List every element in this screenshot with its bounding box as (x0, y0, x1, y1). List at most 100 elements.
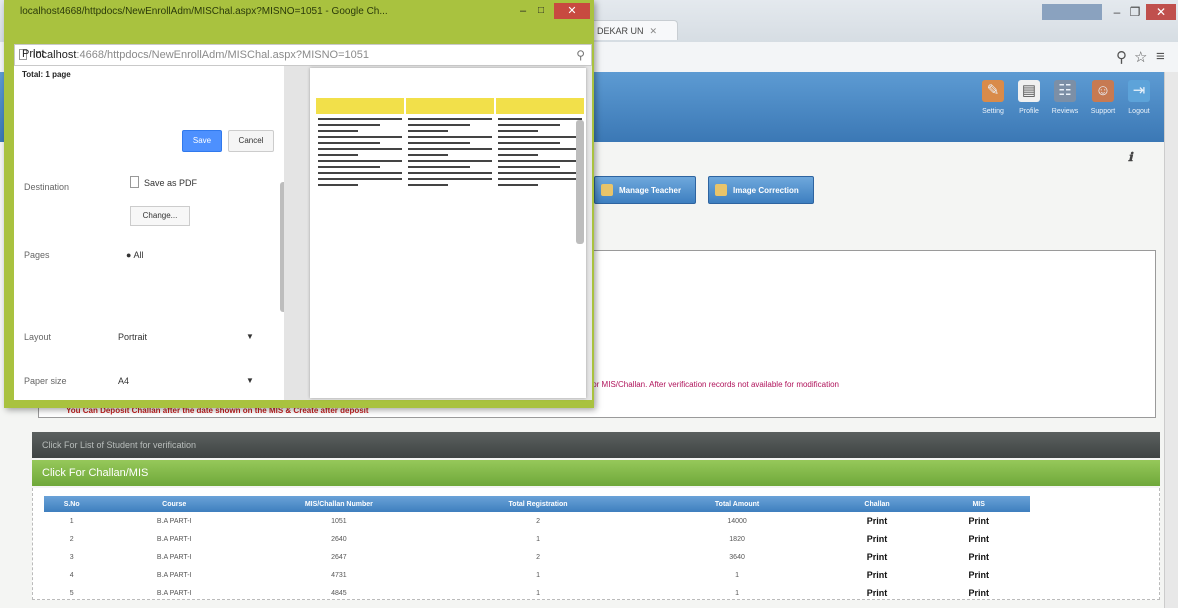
minimize-icon[interactable]: – (1110, 4, 1124, 20)
cell: 1051 (331, 517, 347, 525)
text-line (408, 172, 492, 174)
text-line (318, 136, 402, 138)
paper-size-label: Paper size (24, 376, 67, 386)
page-scrollbar[interactable] (1164, 72, 1178, 608)
print-mis-link[interactable]: Print (927, 584, 1030, 602)
print-challan-link[interactable]: Print (827, 584, 928, 602)
text-line (498, 148, 582, 150)
text-line (498, 118, 582, 120)
nav-reviews[interactable]: ☷ Reviews (1048, 80, 1082, 116)
cell: 2640 (331, 535, 347, 543)
chevron-down-icon[interactable]: ▼ (246, 332, 254, 341)
challan-header-band (406, 98, 494, 114)
paper-size-value: A4 (118, 376, 130, 386)
text-line (498, 166, 560, 168)
address-bar[interactable]: localhost:4668/httpdocs/NewEnrollAdm/MIS… (14, 44, 592, 66)
save-button[interactable]: Save (182, 130, 222, 152)
pdf-icon (130, 176, 139, 188)
nav-logout[interactable]: ⇥ Logout (1122, 80, 1156, 116)
nav-setting[interactable]: ✎ Setting (976, 80, 1010, 116)
text-line (318, 160, 402, 162)
maximize-icon[interactable]: ❐ (1128, 4, 1142, 20)
pages-value: All (133, 250, 144, 260)
close-icon[interactable]: ✕ (554, 3, 590, 19)
verification-bar[interactable]: Click For List of Student for verificati… (32, 432, 1160, 458)
nav-label: Reviews (1051, 108, 1079, 115)
info-text: for MIS/Challan. After verification reco… (590, 380, 840, 389)
nav-label: Setting (982, 108, 1004, 115)
text-line (318, 118, 402, 120)
print-mis-link[interactable]: Print (927, 548, 1030, 566)
cell: B.A PART-I (156, 571, 192, 579)
nav-label: Support (1090, 108, 1116, 115)
nav-support[interactable]: ☺ Support (1086, 80, 1120, 116)
text-line (408, 184, 448, 186)
text-line (498, 172, 582, 174)
cell: 1820 (729, 535, 745, 543)
print-challan-link[interactable]: Print (827, 566, 928, 584)
table-header-row: S.No Course MIS/Challan Number Total Reg… (44, 496, 1030, 512)
info-icon[interactable]: ℹ (1128, 150, 1133, 164)
print-mis-link[interactable]: Print (927, 512, 1030, 530)
text-line (498, 178, 582, 180)
text-line (498, 124, 560, 126)
manage-teacher-button[interactable]: Manage Teacher (594, 176, 696, 204)
column-header: S.No (44, 496, 100, 512)
column-header: MIS/Challan Number (249, 496, 429, 512)
text-line (408, 160, 492, 162)
logout-icon: ⇥ (1128, 80, 1150, 102)
cell: 4731 (331, 571, 347, 579)
cell: 5 (69, 589, 74, 597)
print-challan-link[interactable]: Print (827, 548, 928, 566)
challan-copy (316, 80, 404, 212)
nav-profile[interactable]: ▤ Profile (1012, 80, 1046, 116)
print-mis-link[interactable]: Print (927, 566, 1030, 584)
paper-size-select[interactable]: A4 (118, 376, 129, 386)
url-path: :4668/httpdocs/NewEnrollAdm/MISChal.aspx… (76, 49, 369, 61)
destination-value: Save as PDF (144, 178, 198, 188)
text-line (318, 142, 380, 144)
user-profile-button[interactable] (1042, 4, 1102, 20)
tab-close-icon[interactable]: ✕ (650, 26, 658, 36)
text-line (498, 154, 538, 156)
print-window-title: localhost4668/httpdocs/NewEnrollAdm/MISC… (20, 6, 388, 17)
zoom-icon[interactable]: ⚲ (1116, 48, 1127, 66)
table-row: 3 B.A PART-I 2647 2 3640 Print Print (44, 548, 1030, 566)
image-correction-label: Image Correction (733, 186, 799, 195)
print-challan-link[interactable]: Print (827, 512, 928, 530)
print-mis-link[interactable]: Print (927, 530, 1030, 548)
text-line (408, 142, 470, 144)
manage-teacher-label: Manage Teacher (619, 186, 682, 195)
text-line (318, 124, 380, 126)
image-correction-button[interactable]: Image Correction (708, 176, 814, 204)
challan-bar[interactable]: Click For Challan/MIS (32, 460, 1160, 486)
star-icon[interactable]: ☆ (1134, 48, 1147, 66)
minimize-icon[interactable]: – (516, 4, 530, 18)
search-icon[interactable]: ⚲ (576, 45, 585, 65)
chevron-down-icon[interactable]: ▼ (246, 376, 254, 385)
layout-select[interactable]: Portrait (118, 332, 147, 342)
maximize-icon[interactable]: □ (534, 4, 548, 18)
key-icon: ✎ (982, 80, 1004, 102)
cell: 2 (536, 553, 540, 561)
nav-label: Logout (1128, 108, 1150, 115)
cell: 1 (735, 589, 740, 597)
browser-tab[interactable]: DEKAR UN ✕ (588, 20, 678, 40)
pages-all-radio[interactable]: ● All (126, 250, 143, 260)
text-line (408, 124, 470, 126)
cell: 4845 (331, 589, 347, 597)
table-row: 4 B.A PART-I 4731 1 1 Print Print (44, 566, 1030, 584)
text-line (318, 154, 358, 156)
cell: 14000 (727, 517, 747, 525)
print-challan-link[interactable]: Print (827, 530, 928, 548)
text-line (408, 148, 492, 150)
cancel-button[interactable]: Cancel (228, 130, 274, 152)
text-line (318, 130, 358, 132)
cell: B.A PART-I (156, 553, 192, 561)
menu-icon[interactable]: ≡ (1156, 48, 1165, 65)
text-line (498, 136, 582, 138)
preview-scrollbar[interactable] (576, 120, 584, 244)
close-icon[interactable]: ✕ (1146, 4, 1176, 20)
table-row: 1 B.A PART-I 1051 2 14000 Print Print (44, 512, 1030, 530)
change-destination-button[interactable]: Change... (130, 206, 190, 226)
